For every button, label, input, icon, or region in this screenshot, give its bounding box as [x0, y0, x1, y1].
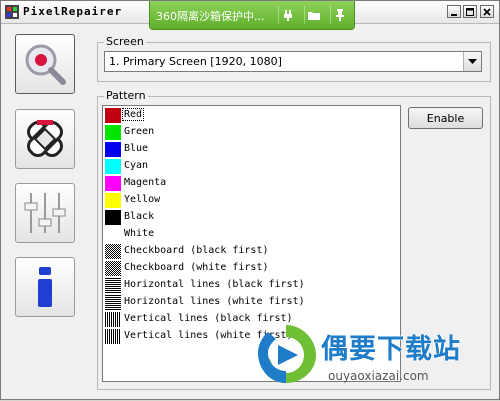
pattern-swatch — [105, 261, 121, 276]
pattern-swatch — [105, 108, 121, 123]
pattern-swatch — [105, 159, 121, 174]
app-icon — [5, 5, 19, 19]
sandbox-toolbar: 360隔离沙箱保护中... — [149, 1, 355, 30]
pattern-swatch — [105, 312, 121, 327]
sandbox-status-text: 360隔离沙箱保护中... — [156, 10, 265, 23]
pattern-item-label: White — [124, 228, 155, 239]
pin-icon[interactable] — [330, 6, 349, 24]
pattern-swatch — [105, 142, 121, 157]
maximize-button[interactable] — [463, 5, 477, 18]
pattern-swatch — [105, 227, 121, 242]
pattern-list-item[interactable]: Horizontal lines (black first) — [105, 278, 395, 294]
close-button[interactable] — [480, 5, 494, 18]
pattern-list-item[interactable]: White — [105, 227, 395, 243]
screen-group-label: Screen — [104, 35, 146, 48]
pattern-item-label: Yellow — [124, 194, 161, 205]
pattern-item-label: Checkboard (black first) — [124, 245, 269, 256]
watermark: 偶要下载站 ouyaoxiazai.com — [256, 319, 500, 401]
minimize-button[interactable] — [447, 5, 461, 18]
window-title: PixelRepairer — [23, 5, 123, 18]
settings-button[interactable] — [15, 183, 75, 243]
pattern-swatch — [105, 295, 121, 310]
pattern-item-label: Green — [124, 126, 155, 137]
pattern-item-label: Cyan — [124, 160, 149, 171]
about-button[interactable] — [15, 257, 75, 317]
pattern-list-item[interactable]: Black — [105, 210, 395, 226]
bandage-icon — [27, 120, 63, 157]
plug-icon[interactable] — [278, 6, 297, 24]
watermark-url: ouyaoxiazai.com — [328, 369, 429, 383]
pattern-swatch — [105, 176, 121, 191]
pattern-swatch — [105, 210, 121, 225]
title-bar[interactable]: PixelRepairer 360隔离沙箱保护中... — [1, 1, 499, 30]
pattern-list-item[interactable]: Magenta — [105, 176, 395, 192]
pattern-item-label: Checkboard (white first) — [124, 262, 269, 273]
screen-select-value: 1. Primary Screen [1920, 1080] — [109, 55, 282, 68]
folder-icon[interactable] — [304, 6, 323, 24]
enable-button[interactable]: Enable — [408, 107, 483, 129]
pattern-swatch — [105, 329, 121, 344]
watermark-title: 偶要下载站 — [321, 334, 461, 365]
sliders-icon — [24, 193, 66, 233]
pattern-item-label: Red — [121, 108, 145, 121]
watermark-logo-icon — [258, 325, 316, 383]
pattern-swatch — [105, 125, 121, 140]
pattern-list-item[interactable]: Cyan — [105, 159, 395, 175]
repair-button[interactable] — [15, 109, 75, 169]
pattern-item-label: Horizontal lines (white first) — [124, 296, 305, 307]
pattern-item-label: Horizontal lines (black first) — [124, 279, 305, 290]
pattern-item-label: Black — [124, 211, 155, 222]
screen-test-button[interactable] — [15, 34, 75, 94]
pattern-list-item[interactable]: Checkboard (black first) — [105, 244, 395, 260]
pattern-list-item[interactable]: Red — [105, 108, 395, 124]
pattern-item-label: Magenta — [124, 177, 167, 188]
pattern-list-item[interactable]: Checkboard (white first) — [105, 261, 395, 277]
app-window: PixelRepairer 360隔离沙箱保护中... Screen 1. Pr… — [0, 0, 500, 400]
screen-select[interactable]: 1. Primary Screen [1920, 1080] — [104, 51, 482, 72]
pattern-group-label: Pattern — [104, 89, 148, 102]
pattern-list-item[interactable]: Horizontal lines (white first) — [105, 295, 395, 311]
magnifier-icon — [25, 44, 66, 85]
pattern-swatch — [105, 193, 121, 208]
pattern-swatch — [105, 244, 121, 259]
pattern-item-label: Blue — [124, 143, 149, 154]
info-icon — [38, 267, 52, 307]
pattern-list-item[interactable]: Yellow — [105, 193, 395, 209]
pattern-list-item[interactable]: Blue — [105, 142, 395, 158]
pattern-list-item[interactable]: Green — [105, 125, 395, 141]
chevron-down-icon[interactable] — [463, 52, 481, 71]
pattern-swatch — [105, 278, 121, 293]
